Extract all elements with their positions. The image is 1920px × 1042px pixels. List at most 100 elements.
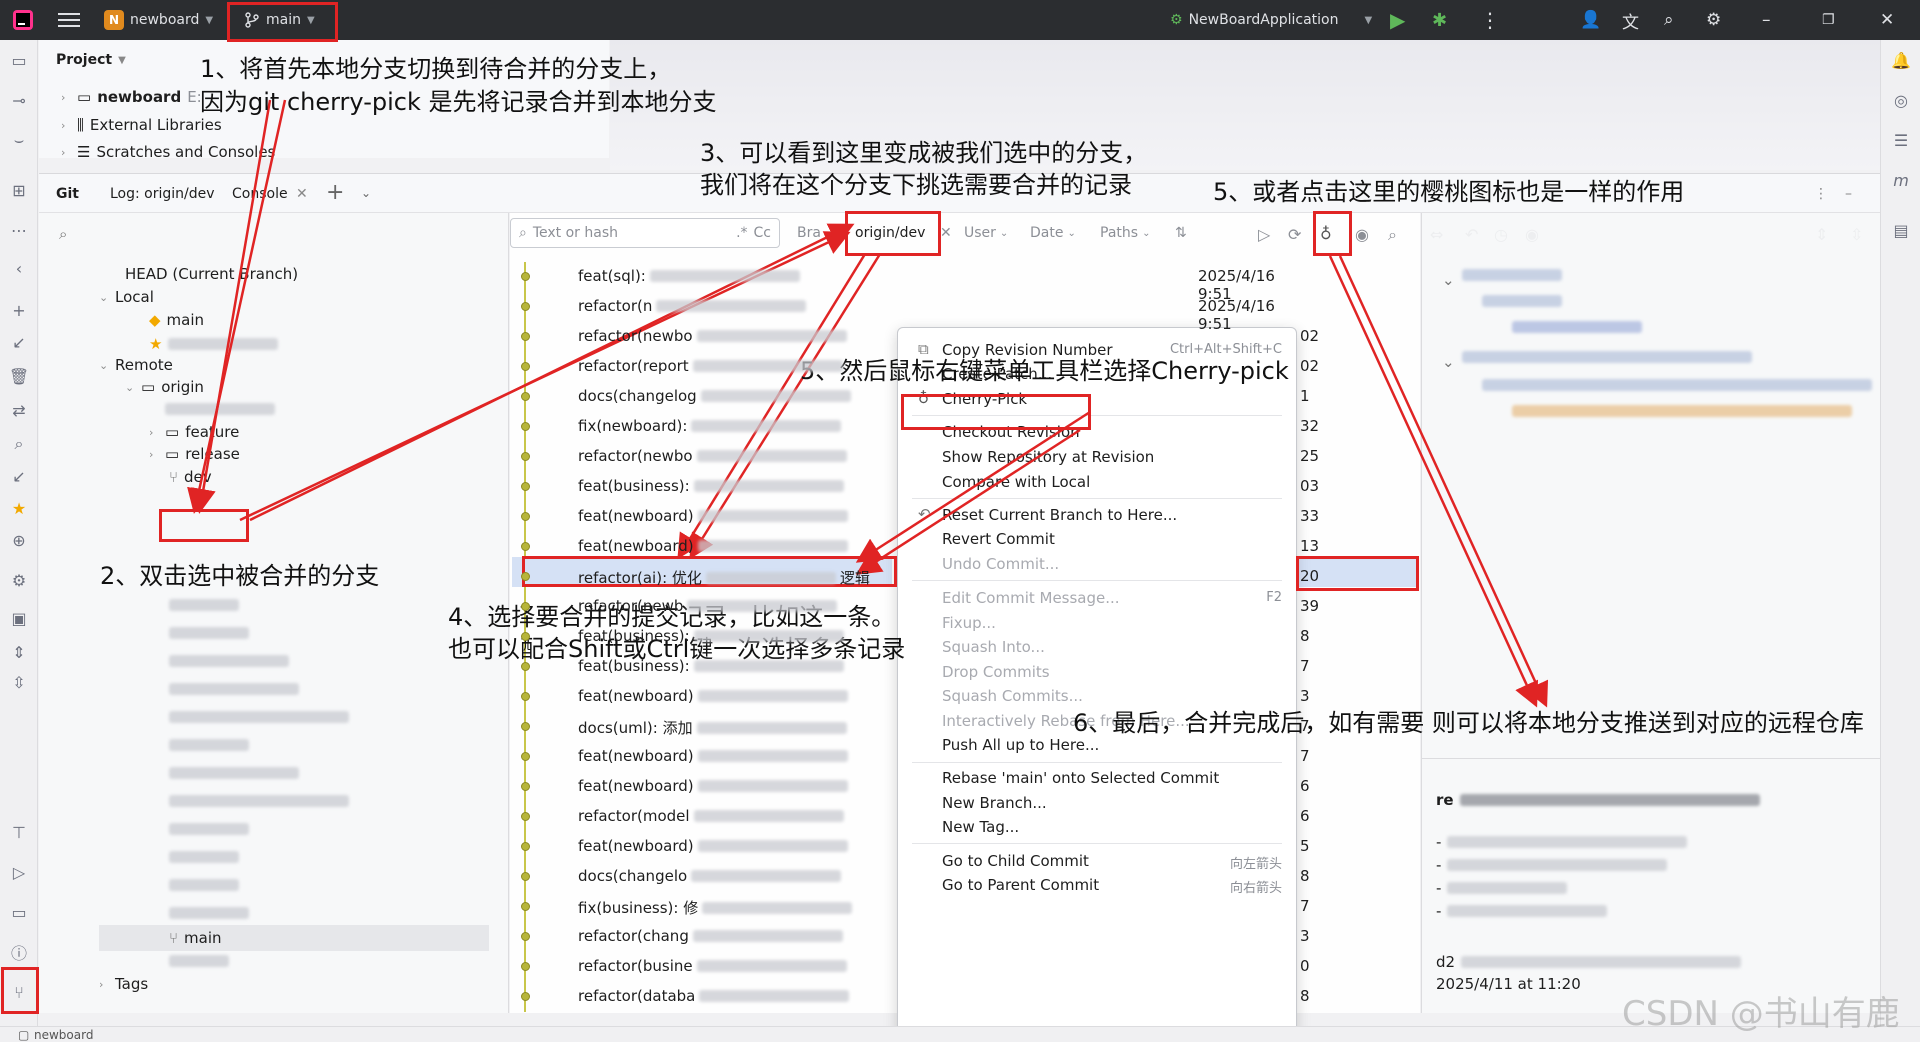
commit-date: 5 bbox=[1300, 837, 1310, 855]
commit-message: feat(newboard) bbox=[578, 687, 694, 705]
commit-row[interactable]: feat(newboard) bbox=[578, 777, 848, 795]
commit-message: fix(business): 修 bbox=[578, 899, 699, 917]
commit-row[interactable]: docs(changelo bbox=[578, 867, 842, 885]
commit-row[interactable]: docs(uml): 添加 bbox=[578, 717, 847, 738]
commit-date: 7 bbox=[1300, 897, 1310, 915]
commit-node-icon bbox=[521, 632, 530, 641]
commit-date: 8 bbox=[1300, 987, 1310, 1005]
commit-message-blurred bbox=[693, 480, 844, 492]
annotation-step1-line1: 1、将首先本地分支切换到待合并的分支上， bbox=[200, 55, 672, 83]
commit-row[interactable]: refactor(databa bbox=[578, 987, 850, 1005]
commit-node-icon bbox=[521, 992, 530, 1001]
commit-message-suffix: 逻辑 bbox=[839, 569, 870, 587]
commit-date: 6 bbox=[1300, 777, 1310, 795]
annotation-step1-line2: 因为git cherry-pick 是先将记录合并到本地分支 bbox=[200, 88, 717, 116]
commit-date: 1 bbox=[1300, 387, 1310, 405]
commit-date: 32 bbox=[1300, 417, 1320, 435]
commit-date: 33 bbox=[1300, 507, 1320, 525]
commit-message: feat(business): bbox=[578, 627, 690, 645]
commit-row[interactable]: refactor(ai): 优化 逻辑 bbox=[578, 567, 870, 588]
commit-row[interactable]: fix(newboard): bbox=[578, 417, 842, 435]
commit-node-icon bbox=[521, 272, 530, 281]
commit-message: refactor(newbo bbox=[578, 447, 693, 465]
commit-message: docs(changelog bbox=[578, 387, 697, 405]
commit-node-icon bbox=[521, 332, 530, 341]
commit-message: feat(business): bbox=[578, 477, 690, 495]
commit-date: 02 bbox=[1300, 327, 1320, 345]
commit-date: 7 bbox=[1300, 657, 1310, 675]
commit-node-icon bbox=[521, 842, 530, 851]
commit-row[interactable]: feat(newboard) bbox=[578, 507, 848, 525]
commit-message-blurred bbox=[696, 330, 847, 342]
commit-row[interactable]: docs(changelog bbox=[578, 387, 851, 405]
commit-message: refactor(newb bbox=[578, 597, 684, 615]
commit-message-blurred bbox=[696, 721, 847, 734]
commit-message: feat(newboard) bbox=[578, 837, 694, 855]
commit-row[interactable]: fix(business): 修 bbox=[578, 897, 853, 918]
commit-row[interactable]: refactor(busine bbox=[578, 957, 847, 975]
commit-row[interactable]: feat(sql): bbox=[578, 267, 800, 285]
commit-node-icon bbox=[521, 782, 530, 791]
commit-date: 25 bbox=[1300, 447, 1320, 465]
annotation-step3-line1: 3、可以看到这里变成被我们选中的分支， bbox=[700, 139, 1148, 167]
commit-node-icon bbox=[521, 602, 530, 611]
commit-message-blurred bbox=[693, 810, 844, 822]
commit-message: feat(sql): bbox=[578, 267, 646, 285]
commit-node-icon bbox=[521, 752, 530, 761]
commit-message-blurred bbox=[691, 420, 842, 432]
commit-date: 0 bbox=[1300, 957, 1310, 975]
commit-row[interactable]: refactor(newb bbox=[578, 597, 838, 615]
commit-message-blurred bbox=[697, 840, 848, 852]
commit-message: feat(business): bbox=[578, 657, 690, 675]
commit-row[interactable]: refactor(newbo bbox=[578, 447, 847, 465]
commit-row[interactable]: feat(newboard) bbox=[578, 687, 848, 705]
commit-message: refactor(n bbox=[578, 297, 653, 315]
commit-message-blurred bbox=[693, 660, 844, 672]
commit-row[interactable]: feat(newboard) bbox=[578, 837, 848, 855]
annotation-step5a: 5、然后鼠标右键菜单工具栏选择Cherry-pick bbox=[800, 357, 1289, 385]
commit-row[interactable]: feat(newboard) bbox=[578, 747, 848, 765]
commit-message-blurred bbox=[691, 870, 842, 882]
commit-row[interactable]: refactor(n bbox=[578, 297, 807, 315]
commit-row[interactable]: feat(business): bbox=[578, 477, 844, 495]
commit-message: refactor(busine bbox=[578, 957, 693, 975]
commit-message-blurred bbox=[702, 901, 853, 914]
commit-message: feat(newboard) bbox=[578, 777, 694, 795]
commit-row[interactable]: feat(newboard) bbox=[578, 537, 848, 555]
commit-date: 13 bbox=[1300, 537, 1320, 555]
commit-date: 20 bbox=[1300, 567, 1320, 585]
commit-message-blurred bbox=[649, 270, 800, 282]
commit-row[interactable]: refactor(chang bbox=[578, 927, 843, 945]
commit-message: refactor(chang bbox=[578, 927, 689, 945]
commit-node-icon bbox=[521, 872, 530, 881]
commit-message-blurred bbox=[692, 360, 843, 372]
commit-message: refactor(newbo bbox=[578, 327, 693, 345]
commit-message: feat(newboard) bbox=[578, 507, 694, 525]
commit-date: 2025/4/16 9:51 bbox=[1198, 297, 1275, 333]
commit-message-blurred bbox=[705, 571, 836, 584]
commit-message: docs(changelo bbox=[578, 867, 688, 885]
commit-row[interactable]: refactor(model bbox=[578, 807, 844, 825]
commit-message-blurred bbox=[696, 450, 847, 462]
annotation-step6: 6、最后，合并完成后，如有需要 则可以将本地分支推送到对应的远程仓库 bbox=[1073, 709, 1864, 737]
commit-row[interactable]: feat(business): bbox=[578, 657, 844, 675]
annotation-step5b: 5、或者点击这里的樱桃图标也是一样的作用 bbox=[1213, 178, 1685, 206]
commit-message-blurred bbox=[697, 780, 848, 792]
commit-row[interactable]: refactor(report bbox=[578, 357, 843, 375]
commit-node-icon bbox=[521, 452, 530, 461]
commit-node-icon bbox=[521, 422, 530, 431]
commit-message: docs(uml): 添加 bbox=[578, 719, 693, 737]
commit-message: feat(newboard) bbox=[578, 537, 694, 555]
commit-node-icon bbox=[521, 662, 530, 671]
commit-node-icon bbox=[521, 482, 530, 491]
commit-message: feat(newboard) bbox=[578, 747, 694, 765]
commit-node-icon bbox=[521, 722, 530, 731]
commit-date: 8 bbox=[1300, 867, 1310, 885]
commit-message-blurred bbox=[697, 750, 848, 762]
commit-row[interactable]: refactor(newbo bbox=[578, 327, 847, 345]
commit-row[interactable]: feat(business): bbox=[578, 627, 844, 645]
commit-message: refactor(report bbox=[578, 357, 689, 375]
commit-date: 7 bbox=[1300, 717, 1310, 735]
commit-node-icon bbox=[521, 902, 530, 911]
commit-date: 03 bbox=[1300, 477, 1320, 495]
